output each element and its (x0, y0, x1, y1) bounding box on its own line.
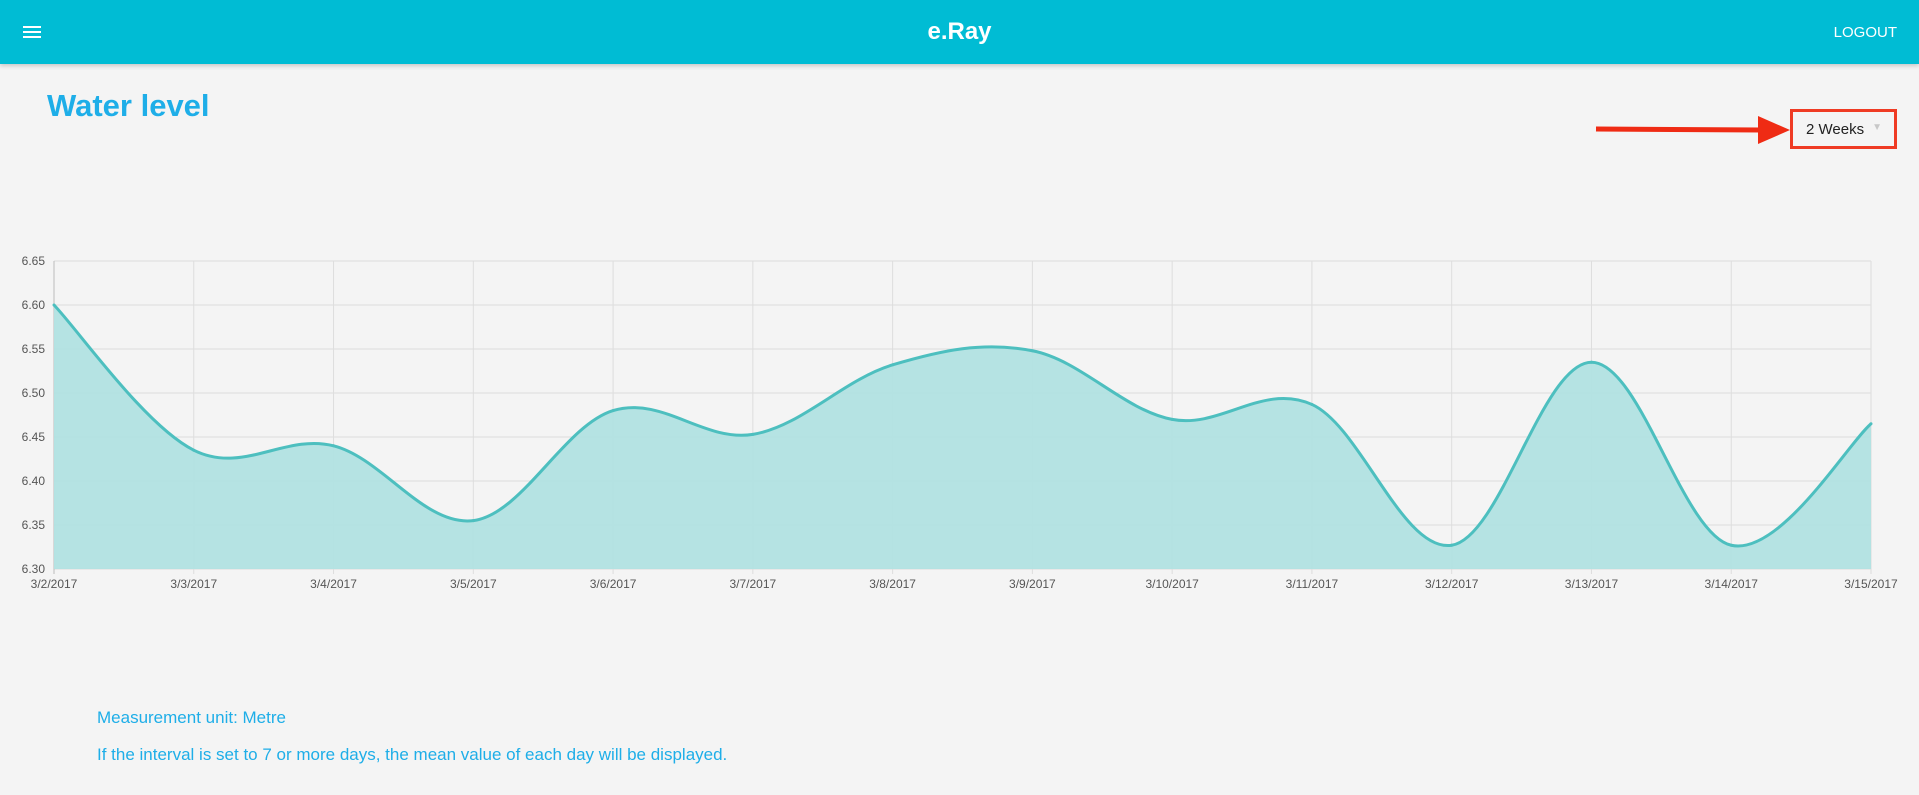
y-tick-label: 6.60 (22, 298, 46, 312)
data-point (891, 363, 895, 367)
x-tick-label: 3/13/2017 (1565, 577, 1619, 591)
y-tick-label: 6.55 (22, 342, 46, 356)
data-point (1030, 349, 1034, 353)
x-tick-label: 3/5/2017 (450, 577, 497, 591)
data-point (1170, 417, 1174, 421)
x-tick-label: 3/14/2017 (1705, 577, 1759, 591)
x-tick-label: 3/15/2017 (1844, 577, 1898, 591)
page-title: Water level (47, 88, 210, 123)
data-point (1869, 422, 1873, 426)
data-point (52, 303, 56, 307)
data-point (611, 409, 615, 413)
data-point (1310, 402, 1314, 406)
logout-button[interactable]: LOGOUT (1834, 24, 1897, 42)
x-tick-label: 3/11/2017 (1286, 577, 1339, 591)
interval-select[interactable]: 2 Weeks ▼ (1790, 109, 1897, 149)
x-tick-label: 3/7/2017 (729, 577, 776, 591)
app-title: e.Ray (927, 18, 992, 45)
x-tick-label: 3/6/2017 (590, 577, 637, 591)
x-tick-label: 3/8/2017 (869, 577, 916, 591)
measurement-unit-note: Measurement unit: Metre (97, 708, 286, 727)
y-tick-label: 6.35 (22, 518, 46, 532)
interval-select-value: 2 Weeks (1806, 121, 1865, 138)
top-app-bar: e.Ray LOGOUT (0, 0, 1919, 64)
x-tick-label: 3/4/2017 (310, 577, 357, 591)
x-tick-label: 3/2/2017 (31, 577, 78, 591)
y-tick-label: 6.40 (22, 474, 46, 488)
y-tick-label: 6.65 (22, 254, 46, 268)
data-point (471, 519, 475, 523)
data-point (1729, 543, 1733, 547)
data-point (751, 432, 755, 436)
y-tick-label: 6.30 (22, 562, 46, 576)
interval-info-note: If the interval is set to 7 or more days… (97, 745, 728, 764)
data-point (332, 444, 336, 448)
x-tick-label: 3/10/2017 (1145, 577, 1199, 591)
data-point (1450, 543, 1454, 547)
x-axis-ticks: 3/2/2017 3/3/2017 3/4/2017 3/5/2017 3/6/2017… (31, 577, 1898, 591)
x-tick-label: 3/12/2017 (1425, 577, 1479, 591)
y-axis-ticks: 6.30 6.35 6.40 6.45 6.50 6.55 6.60 6.65 (22, 254, 46, 576)
annotation-arrow (1595, 116, 1790, 144)
x-tick-label: 3/9/2017 (1009, 577, 1056, 591)
caret-down-icon: ▼ (1872, 122, 1882, 133)
data-point (1589, 360, 1593, 364)
y-tick-label: 6.50 (22, 386, 46, 400)
x-tick-label: 3/3/2017 (170, 577, 217, 591)
water-level-chart: 6.30 6.35 6.40 6.45 6.50 6.55 6.60 6.65 3/2/201… (22, 254, 1898, 591)
data-point (192, 448, 196, 452)
y-tick-label: 6.45 (22, 430, 46, 444)
